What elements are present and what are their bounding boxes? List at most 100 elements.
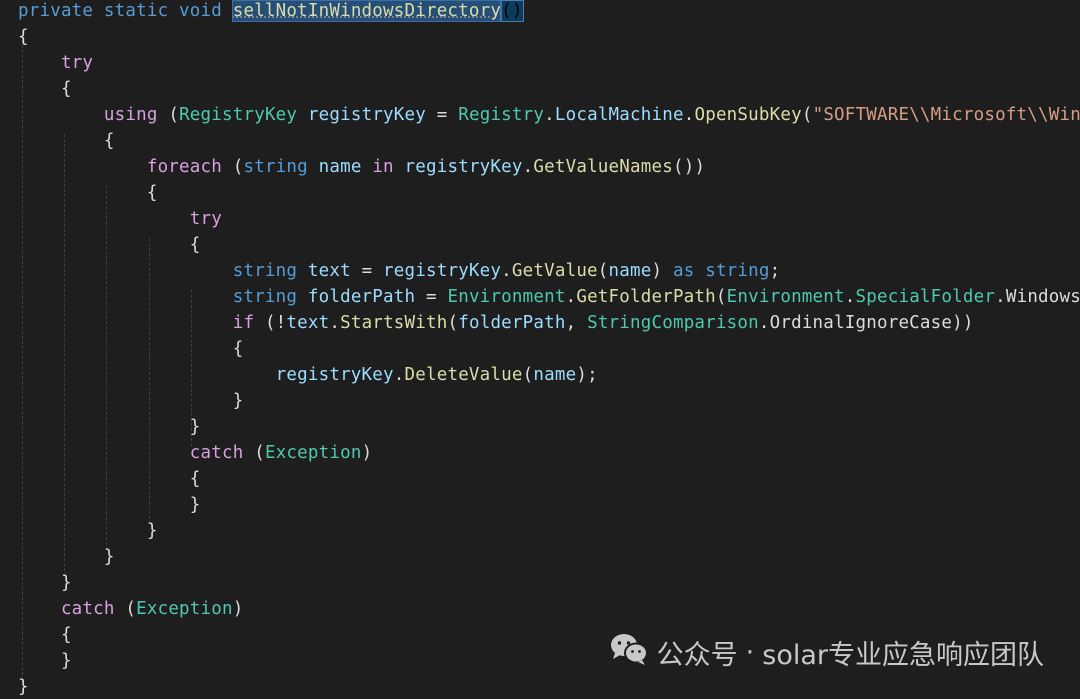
code-line[interactable]: { (18, 24, 29, 50)
code-token: . (683, 105, 695, 125)
code-line[interactable]: } (18, 414, 201, 440)
code-token: { (18, 27, 29, 47)
code-token: } (18, 391, 244, 411)
code-token: = (361, 261, 384, 281)
code-token: Environment (726, 287, 845, 307)
code-token: Windows (1005, 287, 1080, 307)
code-token: GetValueNames (533, 157, 673, 177)
code-line[interactable]: { (18, 128, 115, 154)
code-line[interactable]: catch (Exception) (18, 440, 372, 466)
code-token: name (318, 157, 373, 177)
code-token: . (329, 313, 341, 333)
code-token: folderPath (307, 287, 426, 307)
code-token: () (500, 0, 524, 22)
code-token: ( (168, 105, 180, 125)
code-token: LocalMachine (554, 105, 684, 125)
code-token: ( (597, 261, 609, 281)
code-line[interactable]: } (18, 388, 244, 414)
code-token: ( (232, 157, 244, 177)
code-token: registryKey (383, 261, 502, 281)
code-line[interactable]: try (18, 206, 222, 232)
code-token: ) (651, 261, 673, 281)
code-token: folderPath (458, 313, 566, 333)
code-token: ; (769, 261, 781, 281)
code-token: . (758, 313, 770, 333)
code-line[interactable]: if (!text.StartsWith(folderPath, StringC… (18, 310, 974, 336)
code-token: } (18, 417, 201, 437)
code-line[interactable]: } (18, 544, 115, 570)
code-line[interactable]: catch (Exception) (18, 596, 243, 622)
code-token: ( (254, 443, 265, 463)
code-token: catch (18, 443, 255, 463)
code-token: . (522, 157, 534, 177)
code-token: . (565, 287, 577, 307)
code-token: (! (264, 313, 287, 333)
code-token: name (608, 261, 652, 281)
code-line[interactable]: { (18, 232, 201, 258)
code-token: string (705, 261, 770, 281)
code-token: } (18, 521, 158, 541)
code-token: try (18, 209, 222, 229)
code-line[interactable]: registryKey.DeleteValue(name); (18, 362, 598, 388)
code-token: OpenSubKey (694, 105, 802, 125)
watermark-prefix: 公众号 (656, 640, 738, 671)
code-line[interactable]: } (18, 518, 158, 544)
watermark: 公众号 · solar专业应急响应团队 (609, 632, 1044, 673)
code-line[interactable]: private static void sellNotInWindowsDire… (18, 0, 524, 24)
code-token: registryKey (307, 105, 437, 125)
code-line[interactable]: try (18, 50, 93, 76)
code-token: name (533, 365, 577, 385)
code-token: ); (576, 365, 598, 385)
code-line[interactable]: { (18, 622, 72, 648)
code-token: ( (715, 287, 727, 307)
code-token: . (544, 105, 555, 125)
code-token: ( (125, 599, 137, 619)
code-token: if (18, 313, 265, 333)
code-line[interactable]: string folderPath = Environment.GetFolde… (18, 284, 1080, 310)
code-line[interactable]: } (18, 648, 72, 674)
code-token: . (393, 365, 405, 385)
code-token: "SOFTWARE\\Microsoft\\Windo (812, 105, 1080, 125)
code-token: as (672, 261, 706, 281)
code-token: GetValue (511, 261, 598, 281)
code-line[interactable]: } (18, 492, 201, 518)
code-token: text (307, 261, 362, 281)
code-token: ) (232, 599, 244, 619)
code-line[interactable]: { (18, 466, 201, 492)
code-token: ()) (672, 157, 706, 177)
code-token: { (18, 235, 201, 255)
code-token: { (18, 183, 158, 203)
code-line[interactable]: using (RegistryKey registryKey = Registr… (18, 102, 1080, 128)
code-line[interactable]: { (18, 76, 72, 102)
code-line[interactable]: { (18, 336, 244, 362)
selected-method-name: sellNotInWindowsDirectory (231, 0, 503, 22)
code-token: registryKey (18, 365, 394, 385)
code-token: StringComparison (587, 313, 759, 333)
code-line[interactable]: string text = registryKey.GetValue(name)… (18, 258, 780, 284)
code-token: DeleteValue (404, 365, 523, 385)
code-token: GetFolderPath (576, 287, 716, 307)
code-line[interactable]: foreach (string name in registryKey.GetV… (18, 154, 705, 180)
code-token: catch (18, 599, 126, 619)
code-token: )) (952, 313, 974, 333)
code-token: RegistryKey (179, 105, 308, 125)
code-line[interactable]: } (18, 570, 72, 596)
code-token: ( (522, 365, 534, 385)
code-token: try (18, 53, 94, 73)
code-line[interactable]: { (18, 180, 158, 206)
code-token: ) (361, 443, 373, 463)
watermark-account: solar专业应急响应团队 (762, 640, 1044, 671)
code-token: string (18, 261, 308, 281)
code-editor[interactable]: private static void sellNotInWindowsDire… (0, 0, 1080, 699)
code-token: text (286, 313, 330, 333)
code-token: } (18, 573, 72, 593)
code-token: } (18, 651, 72, 671)
code-line[interactable]: } (18, 674, 29, 699)
code-token: using (18, 105, 169, 125)
code-token: = (425, 287, 448, 307)
code-token: Environment (447, 287, 566, 307)
code-token: Exception (136, 599, 233, 619)
code-token: ( (801, 105, 813, 125)
code-token: string (243, 157, 319, 177)
code-token: string (18, 287, 308, 307)
